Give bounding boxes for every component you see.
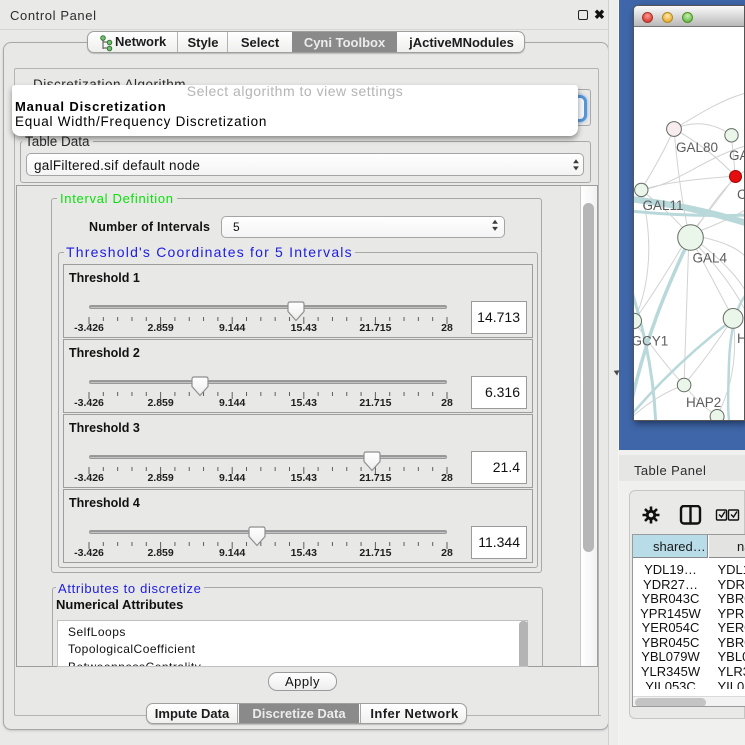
svg-text:H: H: [737, 331, 745, 346]
svg-text:GAL80: GAL80: [676, 140, 718, 155]
svg-text:GAL11: GAL11: [643, 198, 684, 213]
svg-text:GAL4: GAL4: [693, 251, 728, 266]
svg-text:HAP2: HAP2: [686, 395, 721, 410]
svg-text:GCY1: GCY1: [634, 334, 668, 349]
svg-text:C: C: [737, 187, 745, 202]
svg-text:GA: GA: [729, 148, 745, 163]
